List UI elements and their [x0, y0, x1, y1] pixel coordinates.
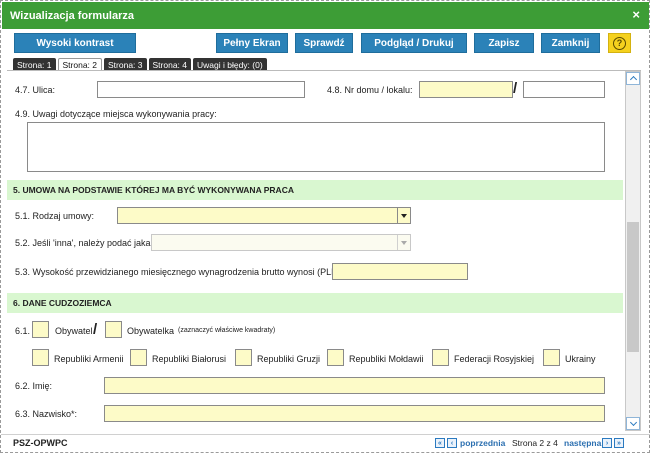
scroll-up-button[interactable] [626, 72, 640, 85]
flat-number-input[interactable] [523, 81, 605, 98]
toolbar: Wysoki kontrast Pełny Ekran Sprawdź Podg… [1, 33, 650, 53]
first-name-input[interactable] [104, 377, 605, 394]
salary-input[interactable] [332, 263, 468, 280]
country-georgia-label: Republiki Gruzji [257, 354, 321, 364]
close-icon[interactable]: × [632, 8, 640, 21]
country-moldova-label: Republiki Mołdawii [349, 354, 424, 364]
remarks-textarea[interactable] [27, 122, 605, 172]
last-name-input[interactable] [104, 405, 605, 422]
title-bar: Wizualizacja formularza × [2, 2, 649, 29]
fullscreen-button[interactable]: Pełny Ekran [216, 33, 288, 53]
citizenship-label: 6.1. [15, 326, 31, 336]
section-6-header: 6. DANE CUDZOZIEMCA [7, 293, 623, 313]
vertical-scrollbar[interactable] [625, 71, 641, 431]
high-contrast-button[interactable]: Wysoki kontrast [14, 33, 136, 53]
citizen-male-label: Obywatel [55, 326, 93, 336]
country-belarus-checkbox[interactable] [130, 349, 147, 366]
house-flat-separator: / [513, 80, 518, 97]
preview-print-button[interactable]: Podgląd / Drukuj [361, 33, 467, 53]
previous-page-icon[interactable]: ‹ [447, 438, 457, 448]
other-contract-select[interactable] [151, 234, 411, 251]
window-title: Wizualizacja formularza [10, 9, 134, 22]
country-ukraine-label: Ukrainy [565, 354, 596, 364]
street-label: 4.7. Ulica: [15, 85, 56, 95]
country-moldova-checkbox[interactable] [327, 349, 344, 366]
help-button[interactable]: ? [608, 33, 631, 53]
mark-note: (zaznaczyć właściwe kwadraty) [178, 327, 276, 334]
contract-type-select[interactable] [117, 207, 411, 224]
form-code: PSZ-OPWPC [13, 438, 68, 448]
country-russia-label: Federacji Rosyjskiej [454, 354, 535, 364]
scrollbar-thumb[interactable] [627, 222, 639, 352]
country-belarus-label: Republiki Białorusi [152, 354, 227, 364]
check-button[interactable]: Sprawdź [295, 33, 353, 53]
citizen-separator: / [93, 321, 98, 338]
chevron-up-icon [629, 75, 637, 84]
country-armenia-checkbox[interactable] [32, 349, 49, 366]
country-russia-checkbox[interactable] [432, 349, 449, 366]
last-name-label: 6.3. Nazwisko*: [15, 409, 78, 419]
citizen-female-label: Obywatelka [127, 326, 175, 336]
form-window: Wizualizacja formularza × Wysoki kontras… [0, 0, 650, 453]
country-armenia-label: Republiki Armenii [54, 354, 124, 364]
previous-page-link[interactable]: poprzednia [460, 438, 505, 448]
footer-bar: PSZ-OPWPC « ‹ poprzednia Strona 2 z 4 na… [1, 434, 650, 452]
street-input[interactable] [97, 81, 305, 98]
page-indicator: Strona 2 z 4 [512, 438, 558, 448]
first-page-icon[interactable]: « [435, 438, 445, 448]
country-ukraine-checkbox[interactable] [543, 349, 560, 366]
house-number-label: 4.8. Nr domu / lokalu: [327, 85, 413, 95]
next-page-link[interactable]: następna [564, 438, 601, 448]
chevron-down-icon [397, 235, 410, 250]
first-name-label: 6.2. Imię: [15, 381, 53, 391]
citizen-female-checkbox[interactable] [105, 321, 122, 338]
other-contract-label: 5.2. Jeśli 'inna', należy podać jaka: [15, 238, 154, 248]
house-number-input[interactable] [419, 81, 513, 98]
scroll-down-button[interactable] [626, 417, 640, 430]
country-georgia-checkbox[interactable] [235, 349, 252, 366]
remarks-label: 4.9. Uwagi dotyczące miejsca wykonywania… [15, 109, 217, 119]
next-page-icon[interactable]: › [602, 438, 612, 448]
salary-label: 5.3. Wysokość przewidzianego miesięczneg… [15, 267, 344, 277]
chevron-down-icon [397, 208, 410, 223]
citizen-male-checkbox[interactable] [32, 321, 49, 338]
help-icon: ? [613, 36, 626, 50]
chevron-down-icon [629, 418, 637, 427]
last-page-icon[interactable]: » [614, 438, 624, 448]
form-content: 4.7. Ulica: 4.8. Nr domu / lokalu: / 4.9… [7, 71, 623, 431]
close-button[interactable]: Zamknij [541, 33, 600, 53]
contract-type-label: 5.1. Rodzaj umowy: [15, 211, 95, 221]
save-button[interactable]: Zapisz [474, 33, 534, 53]
section-5-header: 5. UMOWA NA PODSTAWIE KTÓREJ MA BYĆ WYKO… [7, 180, 623, 200]
